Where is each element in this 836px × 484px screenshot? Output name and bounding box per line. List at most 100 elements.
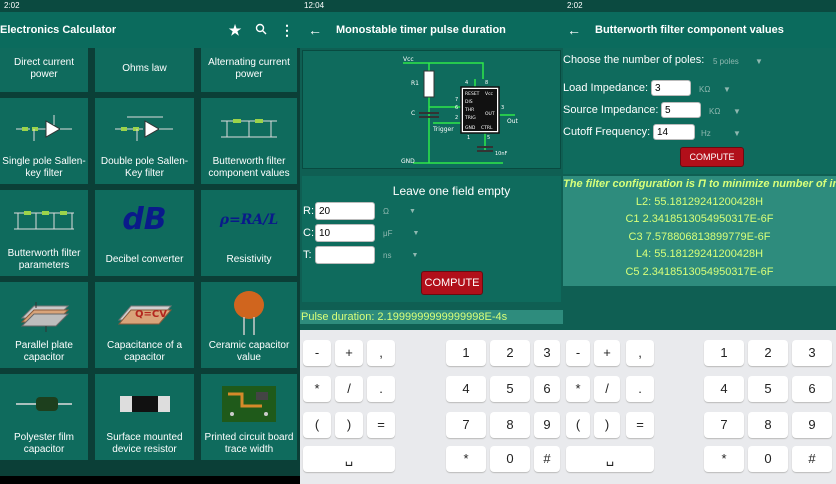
star-icon[interactable]: ★	[222, 22, 248, 39]
c-label: C:	[303, 227, 314, 239]
nav-bar	[0, 476, 300, 484]
ladder-icon	[221, 119, 277, 138]
c-input[interactable]: 10	[315, 224, 375, 242]
key-minus[interactable]: -	[566, 340, 590, 366]
key-3[interactable]: 3	[534, 340, 560, 366]
chevron-down-icon[interactable]: ▼	[755, 57, 763, 66]
key-8[interactable]: 8	[490, 412, 530, 438]
key-plus[interactable]: +	[594, 340, 620, 366]
cutoff-frequency-label: Cutoff Frequency:	[563, 126, 651, 138]
key-open-paren[interactable]: (	[566, 412, 590, 438]
tile-resistivity[interactable]: ρ=RA/L Resistivity	[201, 190, 297, 276]
chevron-down-icon[interactable]: ▼	[733, 107, 741, 116]
chevron-down-icon[interactable]: ▼	[723, 85, 731, 94]
key-star[interactable]: *	[446, 446, 486, 472]
chevron-down-icon[interactable]: ▼	[411, 252, 418, 259]
pin-4: 4	[465, 80, 468, 86]
poles-select[interactable]: 5 poles	[713, 57, 739, 66]
key-space[interactable]: ␣	[566, 446, 654, 472]
timer-circuit-diagram: Vcc R1 C GND Out Trigger 10nF RESET Vcc …	[302, 50, 561, 169]
key-divide[interactable]: /	[594, 376, 620, 402]
key-0[interactable]: 0	[748, 446, 788, 472]
c-unit[interactable]: μF	[383, 229, 393, 238]
key-multiply[interactable]: *	[566, 376, 590, 402]
cutoff-frequency-input[interactable]: 14	[653, 124, 695, 140]
tile-label: Parallel plate capacitor	[15, 340, 73, 363]
key-6[interactable]: 6	[792, 376, 832, 402]
compute-button[interactable]: COMPUTE	[680, 147, 744, 167]
key-1[interactable]: 1	[446, 340, 486, 366]
load-unit[interactable]: KΩ	[699, 85, 710, 94]
key-2[interactable]: 2	[490, 340, 530, 366]
tile-polyester-film-capacitor[interactable]: Polyester film capacitor	[0, 374, 88, 460]
tile-double-pole-sallen-key[interactable]: Double pole Sallen-Key filter	[95, 98, 194, 184]
key-multiply[interactable]: *	[303, 376, 331, 402]
cutoff-unit[interactable]: Hz	[701, 129, 711, 138]
tile-single-pole-sallen-key[interactable]: Single pole Sallen-key filter	[0, 98, 88, 184]
key-2[interactable]: 2	[748, 340, 788, 366]
tile-pcb-trace-width[interactable]: Printed circuit board trace width	[201, 374, 297, 460]
tile-decibel-converter[interactable]: dB Decibel converter	[95, 190, 194, 276]
key-close-paren[interactable]: )	[594, 412, 620, 438]
key-plus[interactable]: +	[335, 340, 363, 366]
t-unit[interactable]: ns	[383, 251, 391, 260]
chevron-down-icon[interactable]: ▼	[733, 129, 741, 138]
key-7[interactable]: 7	[704, 412, 744, 438]
source-unit[interactable]: KΩ	[709, 107, 720, 116]
chevron-down-icon[interactable]: ▼	[413, 230, 420, 237]
back-arrow-icon[interactable]: ←	[308, 22, 336, 38]
key-7[interactable]: 7	[446, 412, 486, 438]
source-impedance-input[interactable]: 5	[661, 102, 701, 118]
key-6[interactable]: 6	[534, 376, 560, 402]
pulse-duration-result: Pulse duration: 2.1999999999999998E-4s	[300, 310, 563, 324]
tile-smd-resistor[interactable]: Surface mounted device resistor	[95, 374, 194, 460]
key-8[interactable]: 8	[748, 412, 788, 438]
key-3[interactable]: 3	[792, 340, 832, 366]
tile-ohms-law[interactable]: Ohms law	[95, 48, 194, 92]
trigger-label: Trigger	[432, 126, 454, 133]
key-minus[interactable]: -	[303, 340, 331, 366]
key-4[interactable]: 4	[704, 376, 744, 402]
key-0[interactable]: 0	[490, 446, 530, 472]
key-equals[interactable]: =	[367, 412, 395, 438]
tile-label: Capacitance of a capacitor	[106, 340, 183, 363]
key-4[interactable]: 4	[446, 376, 486, 402]
key-9[interactable]: 9	[534, 412, 560, 438]
key-9[interactable]: 9	[792, 412, 832, 438]
compute-button[interactable]: COMPUTE	[421, 271, 483, 295]
key-hash[interactable]: #	[534, 446, 560, 472]
app-title: Electronics Calculator	[0, 24, 117, 36]
load-impedance-input[interactable]: 3	[651, 80, 691, 96]
search-icon[interactable]	[248, 22, 274, 38]
tile-parallel-plate-capacitor[interactable]: Parallel plate capacitor	[0, 282, 88, 368]
key-hash[interactable]: #	[792, 446, 832, 472]
key-1[interactable]: 1	[704, 340, 744, 366]
r-unit[interactable]: Ω	[383, 207, 389, 216]
back-arrow-icon[interactable]: ←	[567, 22, 595, 38]
key-space[interactable]: ␣	[303, 446, 395, 472]
status-bar: 12:04	[300, 0, 563, 12]
key-equals[interactable]: =	[626, 412, 654, 438]
key-5[interactable]: 5	[490, 376, 530, 402]
qcv-label: Q=CV	[135, 309, 167, 320]
tile-ac-power[interactable]: Alternating current power	[201, 48, 297, 92]
chevron-down-icon[interactable]: ▼	[409, 208, 416, 215]
r-input[interactable]: 20	[315, 202, 375, 220]
key-open-paren[interactable]: (	[303, 412, 331, 438]
key-dot[interactable]: .	[626, 376, 654, 402]
key-comma[interactable]: ,	[626, 340, 654, 366]
key-close-paren[interactable]: )	[335, 412, 363, 438]
key-5[interactable]: 5	[748, 376, 788, 402]
tile-label: Printed circuit board trace width	[204, 432, 294, 455]
tile-butterworth-component-values[interactable]: Butterworth filter component values	[201, 98, 297, 184]
key-comma[interactable]: ,	[367, 340, 395, 366]
key-star[interactable]: *	[704, 446, 744, 472]
tile-capacitance-of-capacitor[interactable]: Q=CV Capacitance of a capacitor	[95, 282, 194, 368]
more-vert-icon[interactable]: ⋮	[274, 22, 300, 39]
key-dot[interactable]: .	[367, 376, 395, 402]
t-input[interactable]	[315, 246, 375, 264]
tile-ceramic-capacitor[interactable]: Ceramic capacitor value	[201, 282, 297, 368]
tile-dc-power[interactable]: Direct current power	[0, 48, 88, 92]
tile-butterworth-parameters[interactable]: Butterworth filter parameters	[0, 190, 88, 276]
key-divide[interactable]: /	[335, 376, 363, 402]
